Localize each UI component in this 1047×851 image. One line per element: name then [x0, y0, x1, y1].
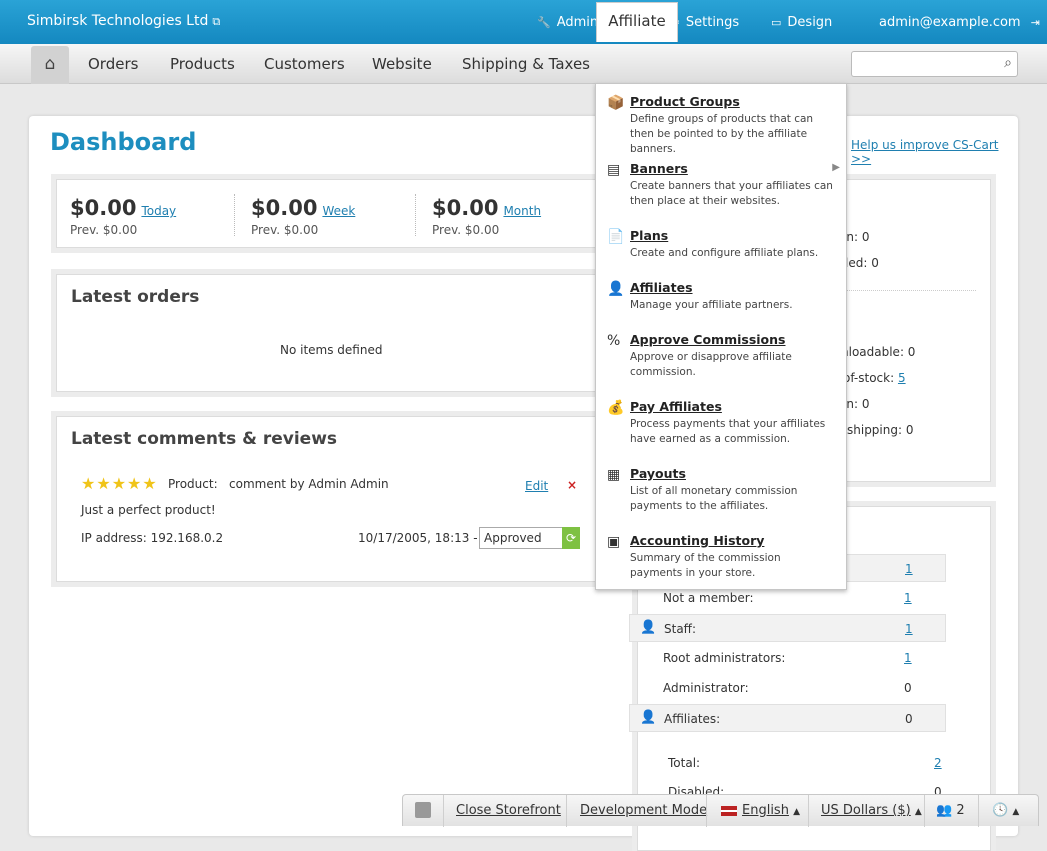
user-row: 👤 Staff: 1 [629, 614, 946, 642]
search-box: ⌕ [851, 51, 1018, 77]
sidebar-fragment: shipping: 0 [847, 423, 914, 437]
top-bar: Simbirsk Technologies Ltd⧉ 🔧Administrati… [0, 0, 1047, 44]
user-count-link[interactable]: 1 [904, 651, 912, 665]
clock-icon: 🕓 [992, 803, 1009, 818]
divider [706, 795, 707, 827]
comments-panel: Latest comments & reviews ★★★★★ Product:… [56, 416, 616, 582]
history-menu[interactable]: 🕓 ▲ [992, 803, 1019, 818]
accounting-icon: ▣ [607, 534, 621, 550]
design-link[interactable]: ▭ Design [771, 15, 832, 30]
affiliate-dropdown: 📦 Product Groups Define groups of produc… [595, 83, 847, 590]
document-icon: 📄 [607, 229, 625, 245]
chevron-up-icon: ▲ [914, 807, 922, 817]
status-select[interactable]: Approved [479, 527, 563, 549]
bottom-toolbar: Close Storefront Development Mode Englis… [402, 794, 1039, 827]
divider [566, 795, 567, 827]
help-improve-link[interactable]: Help us improve CS-Cart >> [851, 138, 1018, 166]
user-count-link[interactable]: 1 [905, 622, 913, 636]
edit-link[interactable]: Edit [525, 479, 548, 493]
divider [443, 795, 444, 827]
chevron-up-icon: ▲ [1012, 807, 1020, 817]
settings-link[interactable]: ⚙Settings [670, 15, 739, 30]
comment-datetime: 10/17/2005, 18:13 - [358, 531, 478, 545]
user-row: Administrator: 0 [663, 681, 912, 695]
chevron-up-icon: ▲ [793, 807, 801, 817]
staff-icon: 👤 [640, 620, 657, 635]
nav-website[interactable]: Website [372, 55, 432, 73]
total-label: Total: [668, 756, 701, 770]
sidebar-fragment: nloadable: 0 [841, 345, 916, 359]
search-icon[interactable]: ⌕ [1004, 55, 1012, 71]
sidebar-fragment: of-stock: 5 [843, 371, 906, 385]
comments-title: Latest comments & reviews [71, 429, 338, 449]
divider [234, 194, 235, 236]
today-link[interactable]: Today [141, 204, 176, 218]
user-row: Root administrators: 1 [663, 651, 912, 665]
product-label: Product: [168, 477, 218, 491]
divider [838, 290, 976, 291]
close-storefront-link[interactable]: Close Storefront [456, 803, 561, 818]
star-icon: ★★★★★ [81, 474, 158, 493]
comment-author: comment by Admin Admin [229, 477, 389, 491]
nav-orders[interactable]: Orders [88, 55, 138, 73]
sidebar-fragment: led: 0 [845, 256, 879, 270]
affiliate-icon: 👤 [640, 710, 657, 725]
external-link-icon[interactable]: ⧉ [212, 15, 220, 28]
currency-selector[interactable]: US Dollars ($) ▲ [821, 803, 922, 818]
company-name[interactable]: Simbirsk Technologies Ltd ⧉ [27, 13, 220, 29]
user-count-link[interactable]: 1 [904, 591, 912, 605]
month-link[interactable]: Month [503, 204, 541, 218]
rating-stars: ★★★★★ [81, 474, 158, 493]
user-menu[interactable]: admin@example.com ⇥ [879, 15, 1040, 30]
edit-mode-icon[interactable] [415, 802, 431, 818]
search-input[interactable] [856, 52, 996, 76]
user-count-link[interactable]: 1 [905, 562, 913, 576]
wrench-icon: 🔧 [537, 16, 551, 29]
chevron-right-icon: ▶ [832, 162, 840, 173]
nav-customers[interactable]: Customers [264, 55, 345, 73]
week-link[interactable]: Week [322, 204, 355, 218]
user-icon: 👤 [607, 281, 625, 297]
flag-icon [721, 805, 737, 816]
stat-today: $0.00 Today Prev. $0.00 [70, 196, 177, 237]
refresh-icon[interactable]: ⟳ [562, 527, 580, 549]
stat-week: $0.00 Week Prev. $0.00 [251, 196, 356, 237]
nav-products[interactable]: Products [170, 55, 235, 73]
package-icon: 📦 [607, 95, 625, 111]
delete-icon[interactable]: × [567, 478, 577, 492]
nav-shipping-taxes[interactable]: Shipping & Taxes [462, 55, 590, 73]
stat-month: $0.00 Month Prev. $0.00 [432, 196, 542, 237]
comment-text: Just a perfect product! [81, 503, 216, 517]
divider [924, 795, 925, 827]
sales-stats-panel: $0.00 Today Prev. $0.00 $0.00 Week Prev. $… [56, 179, 616, 248]
development-mode-link[interactable]: Development Mode [580, 803, 707, 818]
payouts-icon: ▦ [607, 467, 621, 483]
banners-icon: ▤ [607, 162, 621, 178]
nav-affiliate[interactable]: Affiliate [596, 2, 678, 42]
divider [808, 795, 809, 827]
total-link[interactable]: 2 [934, 756, 942, 770]
latest-orders-panel: Latest orders No items defined [56, 274, 616, 392]
main-nav: ⌂ Orders Products Customers Website Ship… [0, 44, 1047, 84]
latest-orders-title: Latest orders [71, 287, 200, 307]
out-of-stock-link[interactable]: 5 [898, 371, 906, 385]
ip-address: IP address: 192.168.0.2 [81, 531, 224, 545]
logout-icon[interactable]: ⇥ [1031, 16, 1040, 29]
home-icon[interactable]: ⌂ [31, 46, 69, 84]
language-selector[interactable]: English ▲ [721, 803, 800, 818]
users-icon: 👥 [936, 803, 953, 818]
page-title: Dashboard [50, 128, 197, 156]
user-row: 👤 Affiliates: 0 [629, 704, 946, 732]
divider [978, 795, 979, 827]
monitor-icon: ▭ [771, 16, 782, 29]
divider [415, 194, 416, 236]
online-users[interactable]: 👥 2 [936, 803, 965, 818]
empty-message: No items defined [280, 343, 383, 357]
percent-user-icon: % [607, 333, 621, 349]
pay-icon: 💰 [607, 400, 625, 416]
